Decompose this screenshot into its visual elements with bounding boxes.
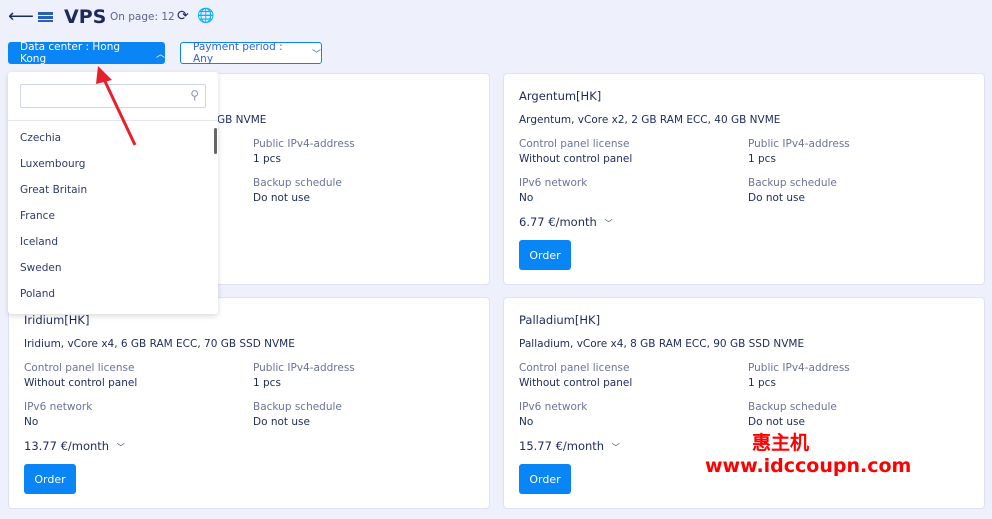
plan-title: Argentum[HK] [519, 89, 602, 103]
price: 13.77 €/month [24, 439, 110, 453]
ipv4-label: Public IPv4-address [748, 362, 850, 374]
dropdown-item[interactable]: Great Britain [20, 184, 87, 196]
dropdown-item[interactable]: Luxembourg [20, 158, 85, 170]
price-selector[interactable]: 6.77 €/month ﹀ [519, 215, 612, 229]
plan-card: Argentum[HK] Argentum, vCore x2, 2 GB RA… [503, 73, 985, 285]
server-icon [38, 12, 53, 22]
order-button[interactable]: Order [519, 464, 571, 494]
price: 6.77 €/month [519, 215, 597, 229]
chevron-down-icon: ﹀ [611, 443, 620, 452]
ipv6-value: No [24, 416, 39, 428]
ipv4-label: Public IPv4-address [253, 138, 355, 150]
control-panel-value: Without control panel [519, 153, 633, 165]
backup-label: Backup schedule [748, 177, 837, 189]
ipv6-value: No [519, 192, 534, 204]
ipv4-value: 1 pcs [748, 377, 776, 389]
backup-value: Do not use [253, 416, 310, 428]
plan-card: Iridium[HK] Iridium, vCore x4, 6 GB RAM … [8, 297, 490, 509]
ipv4-label: Public IPv4-address [253, 362, 355, 374]
plan-description: Palladium, vCore x4, 8 GB RAM ECC, 90 GB… [519, 338, 805, 350]
control-panel-label: Control panel license [519, 362, 630, 374]
order-button[interactable]: Order [24, 464, 76, 494]
price: 15.77 €/month [519, 439, 605, 453]
plan-title: Iridium[HK] [24, 313, 90, 327]
dropdown-item[interactable]: Iceland [20, 236, 58, 248]
control-panel-value: Without control panel [24, 377, 138, 389]
dropdown-item[interactable]: Sweden [20, 262, 62, 274]
ipv6-value: No [519, 416, 534, 428]
control-panel-value: Without control panel [519, 377, 633, 389]
dropdown-item[interactable]: France [20, 210, 55, 222]
search-icon: ⚲ [190, 88, 199, 102]
order-button[interactable]: Order [519, 240, 571, 270]
watermark-text: 惠主机 [752, 432, 810, 454]
plan-title: Palladium[HK] [519, 313, 601, 327]
price-selector[interactable]: 15.77 €/month ﹀ [519, 439, 620, 453]
ipv4-value: 1 pcs [253, 153, 281, 165]
control-panel-label: Control panel license [519, 138, 630, 150]
dropdown-scrollbar[interactable] [214, 128, 217, 154]
ipv6-label: IPv6 network [24, 401, 93, 413]
ipv6-label: IPv6 network [519, 177, 588, 189]
control-panel-label: Control panel license [24, 362, 135, 374]
plan-description: Iridium, vCore x4, 6 GB RAM ECC, 70 GB S… [24, 338, 295, 350]
page-title: VPS [64, 6, 107, 28]
ipv4-label: Public IPv4-address [748, 138, 850, 150]
chevron-up-icon: ︿ [155, 49, 165, 60]
ipv4-value: 1 pcs [748, 153, 776, 165]
chevron-down-icon: ﹀ [116, 443, 125, 452]
annotation-arrow [96, 66, 137, 146]
backup-label: Backup schedule [253, 177, 342, 189]
plan-description: GB NVME [217, 114, 267, 126]
dropdown-item[interactable]: Poland [20, 288, 55, 300]
plan-description: Argentum, vCore x2, 2 GB RAM ECC, 40 GB … [519, 114, 781, 126]
backup-label: Backup schedule [748, 401, 837, 413]
chevron-down-icon: ﹀ [604, 219, 613, 228]
ipv6-label: IPv6 network [519, 401, 588, 413]
backup-value: Do not use [748, 416, 805, 428]
back-arrow-icon[interactable]: ⟵ [8, 6, 34, 27]
backup-label: Backup schedule [253, 401, 342, 413]
chevron-down-icon: ﹀ [311, 49, 321, 60]
payment-period-filter[interactable]: Payment period : Any ﹀ [180, 41, 322, 65]
ipv4-value: 1 pcs [253, 377, 281, 389]
dropdown-item[interactable]: Czechia [20, 132, 61, 144]
price-selector[interactable]: 13.77 €/month ﹀ [24, 439, 125, 453]
on-page-count[interactable]: On page: 12 [110, 11, 175, 23]
payment-period-label: Payment period : Any [193, 41, 283, 65]
plan-card: Palladium[HK] Palladium, vCore x4, 8 GB … [503, 297, 985, 509]
globe-icon[interactable]: 🌐 [197, 8, 214, 24]
backup-value: Do not use [253, 192, 310, 204]
watermark-url: www.idccoupn.com [705, 455, 912, 477]
backup-value: Do not use [748, 192, 805, 204]
refresh-icon[interactable]: ⟳ [177, 8, 189, 24]
